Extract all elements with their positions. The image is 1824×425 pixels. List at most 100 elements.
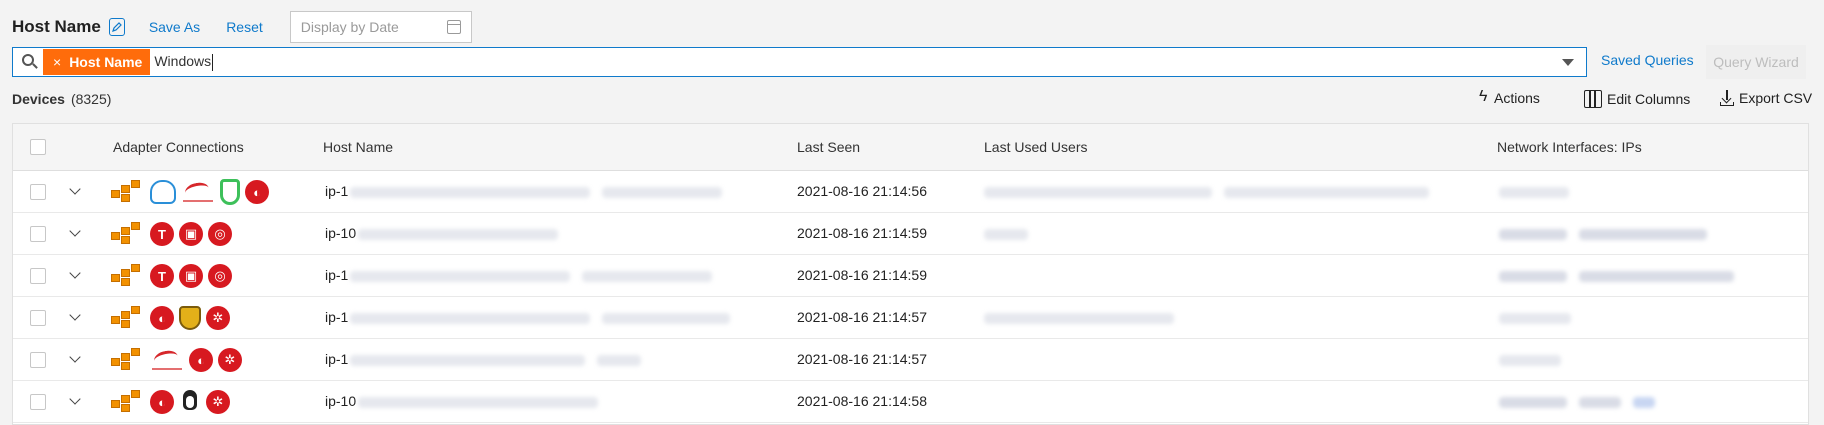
network-ips-cell <box>1499 267 1734 283</box>
chevron-down-icon[interactable] <box>69 267 81 279</box>
last-used-users-cell <box>984 183 1429 199</box>
select-all-checkbox[interactable] <box>30 139 46 155</box>
table-header: Adapter Connections Host Name Last Seen … <box>13 124 1808 171</box>
last-seen-cell: 2021-08-16 21:14:58 <box>797 393 927 409</box>
last-used-users-cell <box>984 225 1028 241</box>
close-icon[interactable]: × <box>53 54 61 70</box>
search-icon <box>13 48 43 76</box>
trend-micro-icon: ◐ <box>245 180 269 204</box>
row-checkbox[interactable] <box>30 268 46 284</box>
tenable-icon: T <box>150 264 174 288</box>
reset-button[interactable]: Reset <box>226 19 263 35</box>
aws-icon <box>111 390 145 414</box>
table-row[interactable]: ◐ ip-1 2021-08-16 21:14:56 <box>13 171 1808 213</box>
query-header: Host Name Save As Reset Display by Date <box>12 10 472 44</box>
trend-micro-icon: ◐ <box>150 306 174 330</box>
network-ips-cell <box>1499 309 1571 325</box>
network-ips-cell <box>1499 393 1655 409</box>
trend-micro-icon: ◐ <box>189 348 213 372</box>
network-ips-cell <box>1499 183 1569 199</box>
aws-icon <box>111 222 145 246</box>
download-icon <box>1720 90 1734 106</box>
linux-icon <box>179 389 201 415</box>
red-network-icon: ✲ <box>206 306 230 330</box>
devices-count-label: Devices (8325) <box>12 91 112 107</box>
red-target-icon: ◎ <box>208 222 232 246</box>
row-checkbox[interactable] <box>30 226 46 242</box>
host-name-cell: ip-10 <box>325 393 599 409</box>
column-header-network-interfaces-ips[interactable]: Network Interfaces: IPs <box>1497 139 1642 155</box>
display-by-date-input[interactable]: Display by Date <box>289 11 472 43</box>
host-name-cell: ip-1 <box>325 351 642 367</box>
chevron-down-icon[interactable] <box>69 393 81 405</box>
table-row[interactable]: T ▣ ◎ ip-1 2021-08-16 21:14:59 <box>13 255 1808 297</box>
red-network-icon: ✲ <box>218 348 242 372</box>
table-row[interactable]: T ▣ ◎ ip-10 2021-08-16 21:14:59 <box>13 213 1808 255</box>
host-name-cell: ip-10 <box>325 225 559 241</box>
saved-queries-button[interactable]: Saved Queries <box>1601 52 1694 68</box>
red-target-icon: ◎ <box>208 264 232 288</box>
adapter-connections: ◐ ✲ <box>111 389 230 415</box>
aws-icon <box>111 264 145 288</box>
row-checkbox[interactable] <box>30 394 46 410</box>
adapter-connections: ◐ <box>111 179 269 205</box>
row-checkbox[interactable] <box>30 184 46 200</box>
row-checkbox[interactable] <box>30 310 46 326</box>
columns-icon <box>1584 90 1602 108</box>
filter-chip-label: Host Name <box>69 54 143 70</box>
column-header-adapter-connections[interactable]: Adapter Connections <box>113 139 244 155</box>
export-csv-button[interactable]: Export CSV <box>1720 90 1812 106</box>
last-seen-cell: 2021-08-16 21:14:57 <box>797 351 927 367</box>
chevron-down-icon[interactable] <box>1562 59 1574 66</box>
search-input[interactable]: Windows <box>154 53 214 71</box>
network-ips-cell <box>1499 351 1561 367</box>
adapter-connections: ◐ ✲ <box>111 305 230 331</box>
host-name-cell: ip-1 <box>325 309 731 325</box>
red-square-icon: ▣ <box>179 222 203 246</box>
table-row[interactable]: ◐ ✲ ip-10 2021-08-16 21:14:58 <box>13 381 1808 423</box>
cloud-icon <box>150 180 176 204</box>
adapter-connections: T ▣ ◎ <box>111 263 232 289</box>
chevron-down-icon[interactable] <box>69 225 81 237</box>
column-header-last-seen[interactable]: Last Seen <box>797 139 860 155</box>
column-header-host-name[interactable]: Host Name <box>323 139 393 155</box>
adapter-connections: ◐ ✲ <box>111 347 242 373</box>
chevron-down-icon[interactable] <box>69 351 81 363</box>
crowdstrike-icon <box>150 348 184 372</box>
last-seen-cell: 2021-08-16 21:14:57 <box>797 309 927 325</box>
last-seen-cell: 2021-08-16 21:14:59 <box>797 225 927 241</box>
query-wizard-button[interactable]: Query Wizard <box>1706 45 1806 79</box>
last-used-users-cell <box>984 309 1174 325</box>
green-shield-icon <box>220 179 240 205</box>
actions-button[interactable]: Actions <box>1479 88 1540 106</box>
red-square-icon: ▣ <box>179 264 203 288</box>
gold-shield-icon <box>179 306 201 330</box>
save-as-button[interactable]: Save As <box>149 19 200 35</box>
last-seen-cell: 2021-08-16 21:14:56 <box>797 183 927 199</box>
filter-chip-host-name[interactable]: × Host Name <box>43 49 151 75</box>
last-seen-cell: 2021-08-16 21:14:59 <box>797 267 927 283</box>
column-header-last-used-users[interactable]: Last Used Users <box>984 139 1087 155</box>
page-title: Host Name <box>12 17 101 36</box>
edit-icon[interactable] <box>108 18 125 36</box>
host-name-cell: ip-1 <box>325 183 723 199</box>
calendar-icon[interactable] <box>446 20 461 34</box>
aws-icon <box>111 306 145 330</box>
network-ips-cell <box>1499 225 1707 241</box>
crowdstrike-icon <box>181 180 215 204</box>
query-search-bar[interactable]: × Host Name Windows <box>12 47 1587 77</box>
table-row[interactable]: ◐ ✲ ip-1 2021-08-16 21:14:57 <box>13 339 1808 381</box>
bolt-icon <box>1479 88 1489 106</box>
table-row[interactable]: ◐ ✲ ip-1 2021-08-16 21:14:57 <box>13 297 1808 339</box>
chevron-down-icon[interactable] <box>69 183 81 195</box>
date-placeholder: Display by Date <box>300 19 399 35</box>
row-checkbox[interactable] <box>30 352 46 368</box>
edit-columns-button[interactable]: Edit Columns <box>1584 90 1690 108</box>
trend-micro-icon: ◐ <box>150 390 174 414</box>
adapter-connections: T ▣ ◎ <box>111 221 232 247</box>
host-name-cell: ip-1 <box>325 267 713 283</box>
devices-table: Adapter Connections Host Name Last Seen … <box>12 123 1809 425</box>
chevron-down-icon[interactable] <box>69 309 81 321</box>
aws-icon <box>111 348 145 372</box>
red-network-icon: ✲ <box>206 390 230 414</box>
